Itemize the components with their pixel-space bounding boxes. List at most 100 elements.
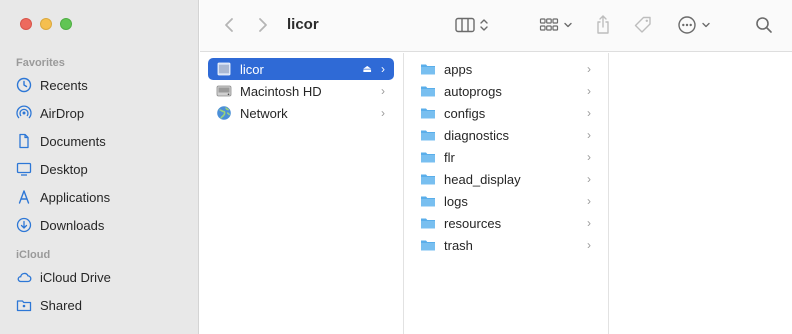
location-label: Network [240,105,288,121]
empty-column [609,53,792,334]
sidebar-item-label: Downloads [40,217,105,233]
folder-icon [420,105,436,121]
location-label: Macintosh HD [240,83,322,99]
sidebar-item-label: Recents [40,77,88,93]
chevron-right-icon: › [381,84,385,98]
minimize-window-button[interactable] [40,18,52,30]
chevron-right-icon: › [587,62,591,76]
folder-icon [420,171,436,187]
folder-label: resources [444,215,502,231]
sidebar-item-icloud-drive[interactable]: iCloud Drive [16,265,111,289]
folder-row-configs[interactable]: configs › [412,102,600,124]
folder-label: configs [444,105,486,121]
folder-icon [420,83,436,99]
ellipsis-circle-icon [678,16,696,34]
icloud-section-title: iCloud [16,249,51,261]
view-mode-button[interactable] [452,14,492,36]
folder-icon [420,215,436,231]
sidebar-item-applications[interactable]: Applications [16,185,110,209]
chevron-right-icon [259,18,267,32]
desktop-icon [16,161,32,177]
tags-button[interactable] [631,14,655,36]
chevron-right-icon: › [587,194,591,208]
folder-icon [420,149,436,165]
location-label: licor [240,61,264,77]
folders-column: apps › autoprogs › configs › diagnostics… [404,53,609,334]
folder-row-flr[interactable]: flr › [412,146,600,168]
zoom-window-button[interactable] [60,18,72,30]
folder-row-apps[interactable]: apps › [412,58,600,80]
sidebar-item-label: Shared [40,297,82,313]
folder-label: diagnostics [444,127,510,143]
sidebar-item-label: Applications [40,189,111,205]
chevron-right-icon: › [381,106,385,120]
folder-icon [420,61,436,77]
sidebar-item-downloads[interactable]: Downloads [16,213,104,237]
folder-icon [420,237,436,253]
share-icon [597,15,609,34]
folder-icon [420,127,436,143]
forward-button[interactable] [252,14,274,36]
eject-icon[interactable]: ⏏ [363,64,372,75]
folder-label: head_display [444,171,521,187]
tag-icon [634,16,651,33]
chevron-right-icon: › [587,150,591,164]
sidebar-item-documents[interactable]: Documents [16,129,106,153]
sidebar: Favorites Recents AirDrop Documents Desk… [0,0,199,334]
folder-label: logs [444,193,468,209]
chevron-right-icon: › [587,84,591,98]
sidebar-item-recents[interactable]: Recents [16,73,88,97]
chevron-down-icon [564,22,572,28]
folder-label: autoprogs [444,83,502,99]
download-icon [16,217,32,233]
window-title: licor [287,16,319,33]
folder-row-diagnostics[interactable]: diagnostics › [412,124,600,146]
sidebar-item-label: iCloud Drive [40,269,111,285]
airdrop-icon [16,105,32,121]
folder-row-logs[interactable]: logs › [412,190,600,212]
sidebar-item-shared[interactable]: Shared [16,293,82,317]
folder-label: apps [444,61,473,77]
chevron-updown-icon [480,19,488,31]
chevron-right-icon: › [587,216,591,230]
chevron-right-icon: › [587,128,591,142]
chevron-left-icon [225,18,233,32]
folder-label: flr [444,149,455,165]
sidebar-item-label: Desktop [40,161,88,177]
hard-drive-icon [216,83,232,99]
favorites-section-title: Favorites [16,57,65,69]
clock-icon [16,77,32,93]
share-button[interactable] [592,14,614,36]
chevron-right-icon: › [381,62,385,76]
network-globe-icon [216,105,232,121]
folder-row-resources[interactable]: resources › [412,212,600,234]
shared-folder-icon [16,297,32,313]
applications-icon [16,189,32,205]
external-drive-icon [216,61,232,77]
location-row-licor[interactable]: licor ⏏ › [208,58,394,80]
document-icon [16,133,32,149]
chevron-right-icon: › [587,172,591,186]
sidebar-item-airdrop[interactable]: AirDrop [16,101,84,125]
search-button[interactable] [753,14,775,36]
close-window-button[interactable] [20,18,32,30]
folder-icon [420,193,436,209]
sidebar-item-label: Documents [40,133,106,149]
folder-label: trash [444,237,473,253]
folder-row-head-display[interactable]: head_display › [412,168,600,190]
columns-view-icon [455,17,475,33]
finder-window: Favorites Recents AirDrop Documents Desk… [0,0,792,334]
folder-row-trash[interactable]: trash › [412,234,600,256]
window-controls [20,18,72,30]
back-button[interactable] [218,14,240,36]
sidebar-item-desktop[interactable]: Desktop [16,157,88,181]
cloud-icon [16,269,32,285]
more-actions-button[interactable] [674,14,714,36]
chevron-right-icon: › [587,238,591,252]
location-row-network[interactable]: Network › [208,102,394,124]
group-by-button[interactable] [536,14,576,36]
toolbar: licor [200,0,792,52]
location-row-macintosh-hd[interactable]: Macintosh HD › [208,80,394,102]
chevron-down-icon [702,22,710,28]
folder-row-autoprogs[interactable]: autoprogs › [412,80,600,102]
